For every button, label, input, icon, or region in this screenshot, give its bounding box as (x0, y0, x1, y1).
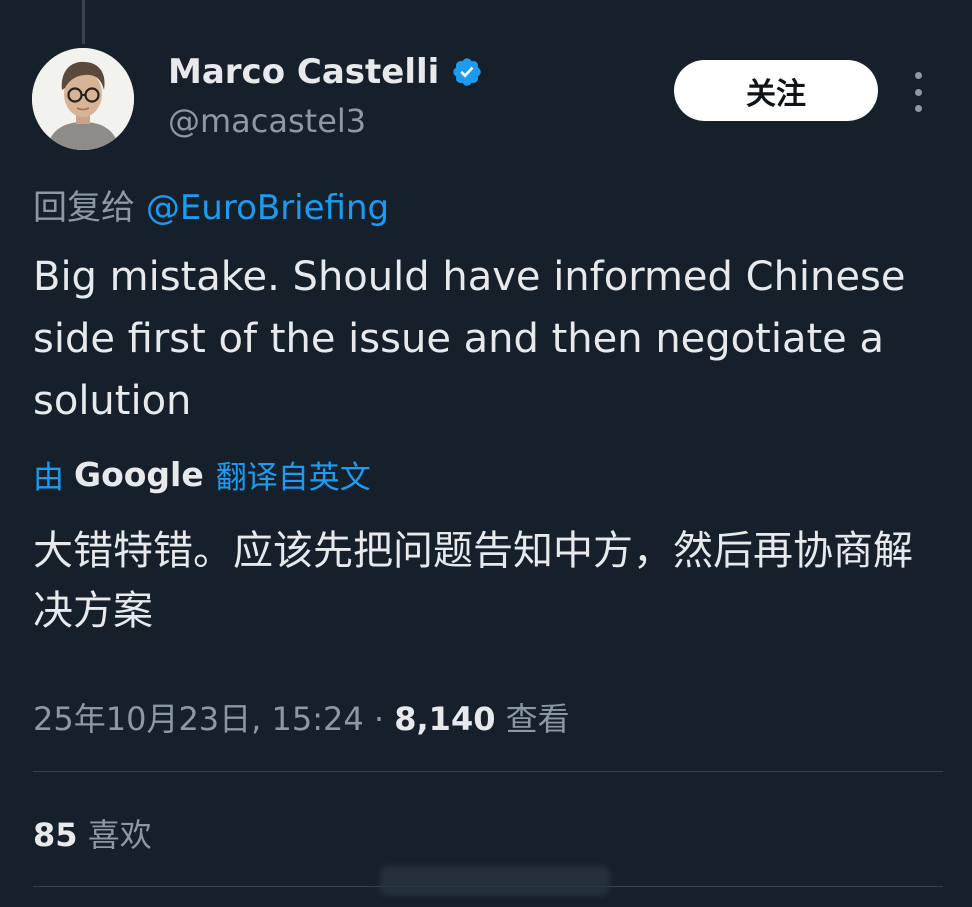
likes-label: 喜欢 (87, 816, 152, 854)
google-logo: Google (74, 455, 204, 494)
tweet-meta: 25年10月23日, 15:24 · 8,140 查看 (33, 694, 570, 740)
author-handle[interactable]: @macastel3 (168, 102, 366, 140)
reply-prefix: 回复给 (33, 188, 135, 228)
more-options-icon[interactable] (906, 72, 930, 112)
tweet-timestamp[interactable]: 25年10月23日, 15:24 (33, 700, 364, 738)
views-count: 8,140 (394, 700, 496, 738)
reply-mention-link[interactable]: @EuroBriefing (146, 188, 389, 228)
author-name-text: Marco Castelli (168, 52, 440, 92)
likes-stat[interactable]: 85 喜欢 (33, 810, 152, 856)
more-dot (914, 88, 922, 96)
avatar-image (32, 48, 134, 150)
likes-count: 85 (33, 816, 78, 854)
thread-connector-line (82, 0, 85, 44)
verified-badge-icon (451, 56, 483, 88)
replying-to: 回复给 @EuroBriefing (33, 180, 389, 229)
translated-from-english-link[interactable]: 翻译自英文 (216, 452, 371, 497)
translated-text: 大错特错。应该先把问题告知中方，然后再协商解决方案 (33, 528, 913, 634)
author-display-name[interactable]: Marco Castelli (168, 52, 483, 92)
tweet-detail: Marco Castelli @macastel3 关注 回复给 @EuroBr… (0, 0, 972, 907)
blurred-watermark (380, 866, 610, 896)
divider (33, 771, 943, 772)
tweet-text: Big mistake. Should have informed Chines… (33, 254, 906, 424)
follow-button[interactable]: 关注 (674, 60, 878, 121)
views-label: 查看 (505, 700, 570, 738)
more-dot (914, 72, 922, 79)
meta-separator: · (373, 700, 385, 738)
more-dot (914, 105, 922, 112)
avatar[interactable] (32, 48, 134, 150)
translated-by-label: 由 (33, 460, 64, 496)
translation-attribution[interactable]: 由 Google 翻译自英文 (33, 452, 371, 497)
